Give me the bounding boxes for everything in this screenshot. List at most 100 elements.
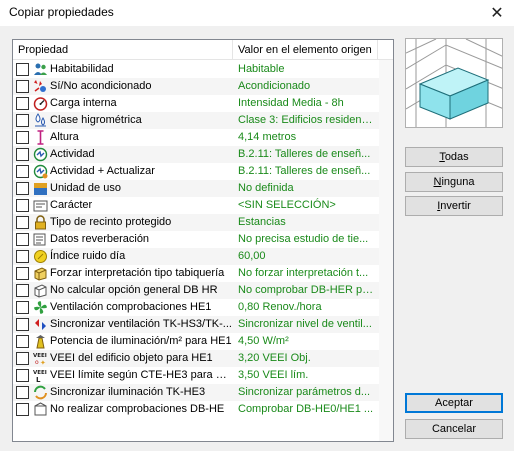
list-item[interactable]: Unidad de uso No definida [13, 180, 379, 197]
property-label: Unidad de uso [50, 182, 121, 194]
list-item[interactable]: Clase higrométrica Clase 3: Edificios res… [13, 112, 379, 129]
property-value: 3,50 VEEI lím. [238, 369, 309, 381]
cancelar-button[interactable]: Cancelar [405, 419, 503, 439]
row-checkbox[interactable] [16, 80, 29, 93]
property-label: Tipo de recinto protegido [50, 216, 172, 228]
property-value: 0,80 Renov./hora [238, 301, 322, 313]
property-label: Índice ruido día [50, 250, 126, 262]
property-value: No precisa estudio de tie... [238, 233, 369, 245]
property-label: No realizar comprobaciones DB-HE [50, 403, 225, 415]
row-checkbox[interactable] [16, 267, 29, 280]
row-checkbox[interactable] [16, 352, 29, 365]
property-value: Clase 3: Edificios residenc... [238, 114, 376, 126]
property-label: Clase higrométrica [50, 114, 142, 126]
list-item[interactable]: Actividad + Actualizar B.2.11: Talleres d… [13, 163, 379, 180]
properties-list[interactable]: Propiedad Valor en el elemento origen Ha… [12, 39, 394, 442]
row-checkbox[interactable] [16, 199, 29, 212]
row-checkbox[interactable] [16, 233, 29, 246]
list-item[interactable]: Forzar interpretación tipo tabiquería No … [13, 265, 379, 282]
property-label: Actividad + Actualizar [50, 165, 155, 177]
row-checkbox[interactable] [16, 284, 29, 297]
gauge-icon [33, 96, 48, 111]
room-preview-icon [406, 39, 502, 127]
lock-icon [33, 215, 48, 230]
list-item[interactable]: Sincronizar iluminación TK-HE3 Sincroniza… [13, 384, 379, 401]
svg-text:L: L [36, 376, 41, 383]
row-checkbox[interactable] [16, 301, 29, 314]
db-hr-icon [33, 283, 48, 298]
list-item[interactable]: Sí/No acondicionado Acondicionado [13, 78, 379, 95]
partition-icon [33, 266, 48, 281]
property-label: Carácter [50, 199, 93, 211]
column-header-value[interactable]: Valor en el elemento origen [233, 40, 378, 60]
row-checkbox[interactable] [16, 97, 29, 110]
row-checkbox[interactable] [16, 63, 29, 76]
row-checkbox[interactable] [16, 369, 29, 382]
list-item[interactable]: Habitabilidad Habitable [13, 61, 379, 78]
lighting-power-icon [33, 334, 48, 349]
property-value: No comprobar DB-HER para... [238, 284, 376, 296]
column-header-property[interactable]: Propiedad [13, 40, 233, 60]
list-item[interactable]: Carácter <SIN SELECCIÓN> [13, 197, 379, 214]
aceptar-button[interactable]: Aceptar [405, 393, 503, 413]
row-checkbox[interactable] [16, 318, 29, 331]
property-label: Forzar interpretación tipo tabiquería [50, 267, 225, 279]
list-item[interactable]: VEEI o ✦ VEEI del edificio objeto para HE1 3… [13, 350, 379, 367]
property-label: Habitabilidad [50, 63, 114, 75]
list-item[interactable]: Sincronizar ventilación TK-HS3/TK-... Sin… [13, 316, 379, 333]
property-value: 60,00 [238, 250, 266, 262]
property-value: Sincronizar parámetros d... [238, 386, 371, 398]
row-checkbox[interactable] [16, 114, 29, 127]
todas-button[interactable]: Todas [405, 147, 503, 167]
invertir-button[interactable]: Invertir [405, 196, 503, 216]
property-label: No calcular opción general DB HR [50, 284, 218, 296]
property-value: 4,50 W/m² [238, 335, 289, 347]
list-item[interactable]: VEEI L VEEI límite según CTE-HE3 para HE1 3… [13, 367, 379, 384]
list-item[interactable]: Datos reverberación No precisa estudio de… [13, 231, 379, 248]
list-item[interactable]: Actividad B.2.11: Talleres de enseñ... [13, 146, 379, 163]
row-checkbox[interactable] [16, 403, 29, 416]
row-checkbox[interactable] [16, 386, 29, 399]
row-checkbox[interactable] [16, 216, 29, 229]
noise-icon [33, 249, 48, 264]
property-label: Carga interna [50, 97, 117, 109]
list-item[interactable]: Potencia de iluminación/m² para HE1 4,50 … [13, 333, 379, 350]
svg-text:o: o [35, 359, 39, 366]
list-item[interactable]: Altura 4,14 metros [13, 129, 379, 146]
list-scroll-area [379, 60, 393, 441]
hvac-icon [33, 79, 48, 94]
property-label: VEEI límite según CTE-HE3 para HE1 [50, 369, 232, 381]
row-checkbox[interactable] [16, 335, 29, 348]
row-checkbox[interactable] [16, 131, 29, 144]
property-value: Habitable [238, 63, 285, 75]
property-value: No definida [238, 182, 294, 194]
character-icon [33, 198, 48, 213]
element-preview [405, 38, 503, 128]
sync-lighting-icon [33, 385, 48, 400]
list-item[interactable]: Tipo de recinto protegido Estancias [13, 214, 379, 231]
ninguna-label: inguna [441, 176, 475, 188]
row-checkbox[interactable] [16, 250, 29, 263]
list-item[interactable]: Índice ruido día 60,00 [13, 248, 379, 265]
property-value: <SIN SELECCIÓN> [238, 199, 336, 211]
property-value: Comprobar DB-HE0/HE1 ... [238, 403, 374, 415]
fan-icon [33, 300, 48, 315]
ninguna-button[interactable]: Ninguna [405, 172, 503, 192]
row-checkbox[interactable] [16, 148, 29, 161]
property-value: Sincronizar nivel de ventil... [238, 318, 372, 330]
list-item[interactable]: No calcular opción general DB HR No compr… [13, 282, 379, 299]
list-item[interactable]: No realizar comprobaciones DB-HE Comproba… [13, 401, 379, 418]
close-button[interactable]: ✕ [480, 0, 514, 26]
row-checkbox[interactable] [16, 182, 29, 195]
property-label: Sincronizar iluminación TK-HE3 [50, 386, 206, 398]
property-value: 3,20 VEEI Obj. [238, 352, 311, 364]
veei-limit-icon: VEEI L [33, 368, 48, 383]
list-item[interactable]: Ventilación comprobaciones HE1 0,80 Renov… [13, 299, 379, 316]
usage-unit-icon [33, 181, 48, 196]
row-checkbox[interactable] [16, 165, 29, 178]
list-rows: Habitabilidad Habitable Sí/No acondicionad… [13, 61, 379, 418]
invertir-label: nvertir [440, 200, 471, 212]
height-icon [33, 130, 48, 145]
list-item[interactable]: Carga interna Intensidad Media - 8h [13, 95, 379, 112]
property-label: Datos reverberación [50, 233, 150, 245]
